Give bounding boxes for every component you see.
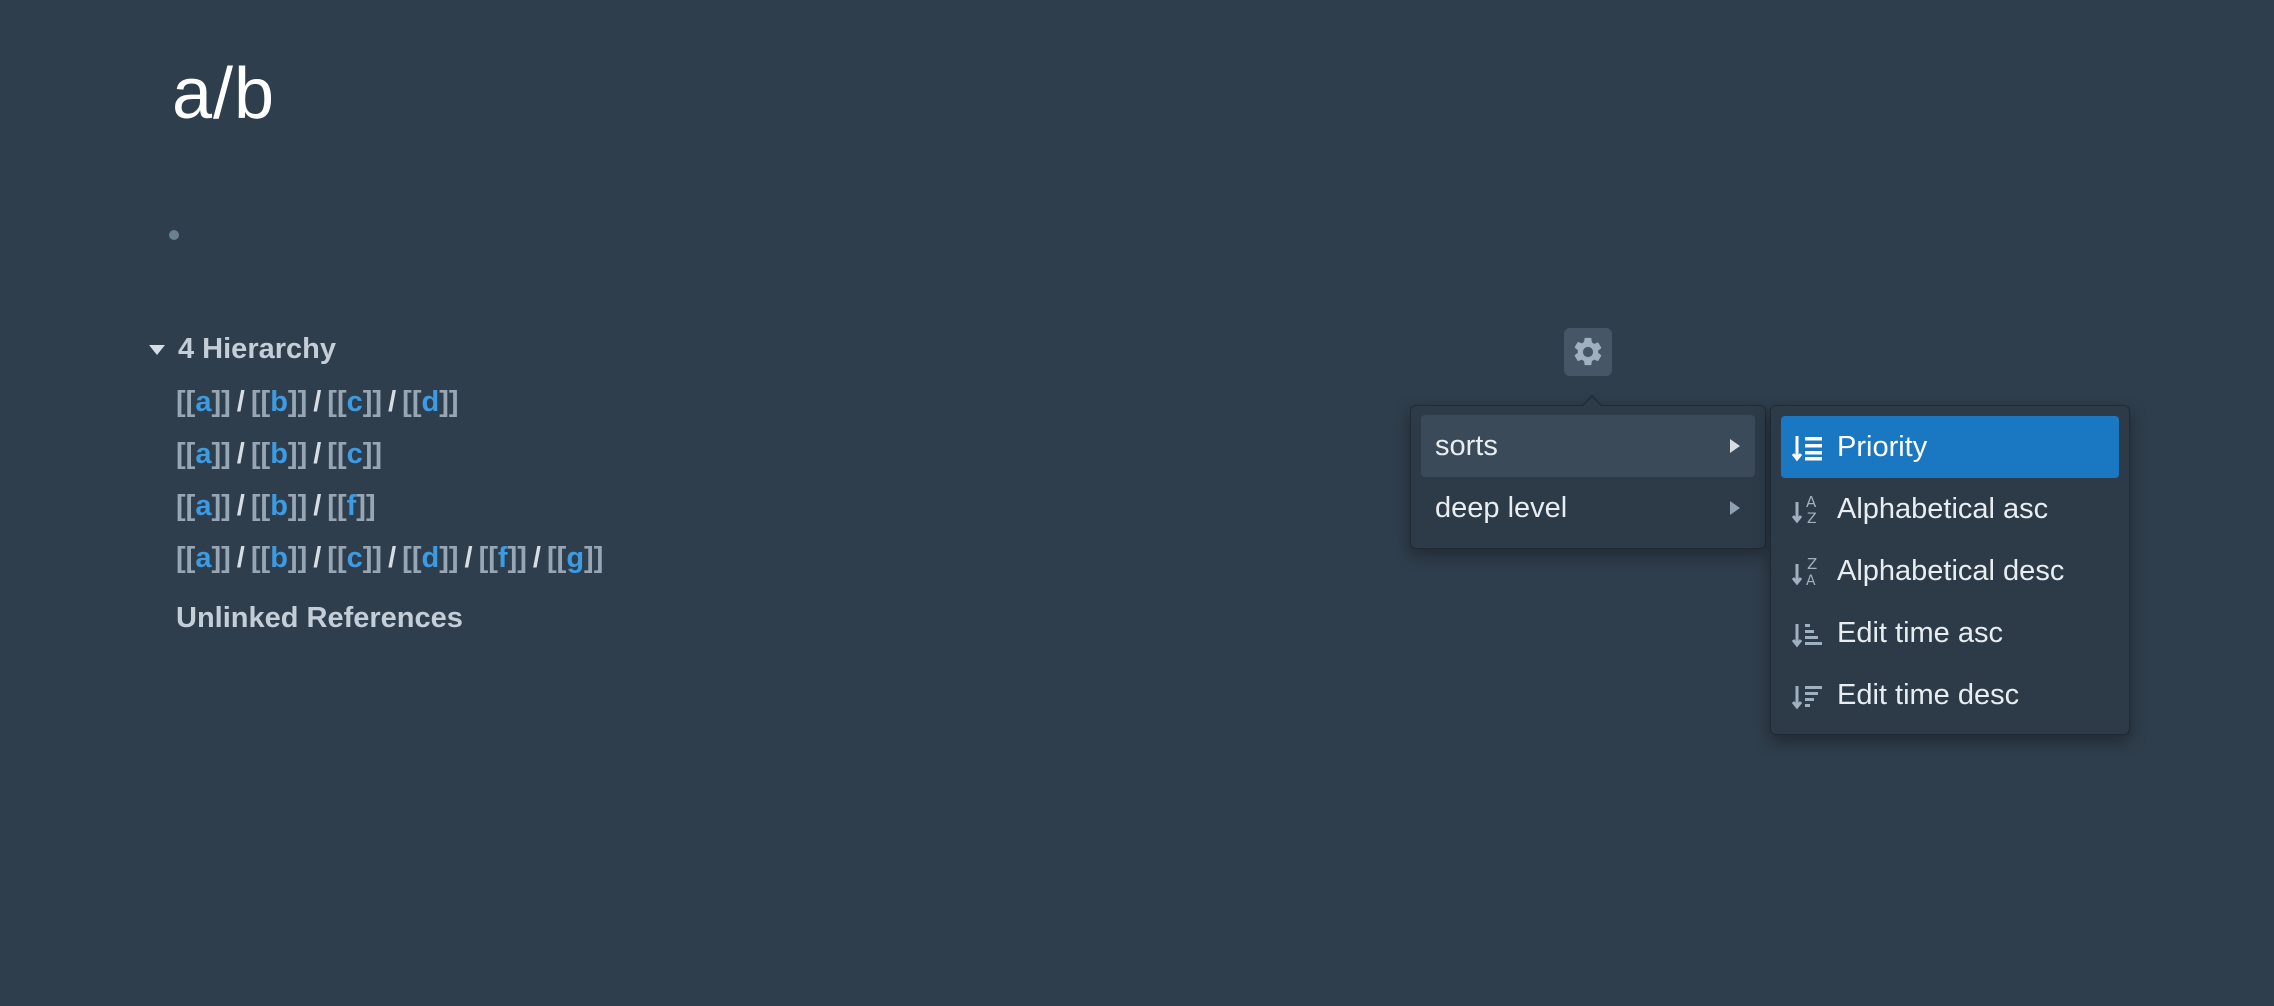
bracket-close: ]] <box>211 490 231 522</box>
page-link[interactable]: a <box>195 438 211 470</box>
bracket-open: [[ <box>327 490 347 522</box>
sort-option-label: Alphabetical asc <box>1837 492 2049 525</box>
bracket-open: [[ <box>327 386 347 418</box>
page-link[interactable]: c <box>347 438 363 470</box>
path-separator: / <box>236 542 245 574</box>
bracket-open: [[ <box>250 386 271 418</box>
bracket-close: ]] <box>211 438 231 470</box>
sort-time-desc-icon <box>1791 678 1825 712</box>
bracket-open: [[ <box>546 542 567 574</box>
page-link[interactable]: a <box>195 386 211 418</box>
hierarchy-row: [[a]] / [[b]] / [[c]] / [[d]] <box>176 382 603 434</box>
bracket-close: ]] <box>362 386 383 418</box>
menu-item-deep-level[interactable]: deep level <box>1421 477 1755 539</box>
svg-text:A: A <box>1806 493 1817 511</box>
path-separator: / <box>388 386 397 418</box>
sort-option-edit-time-asc[interactable]: Edit time asc <box>1781 602 2119 664</box>
bracket-open: [[ <box>327 542 347 574</box>
hierarchy-row: [[a]] / [[b]] / [[f]] <box>176 486 603 538</box>
bracket-close: ]] <box>584 542 604 574</box>
svg-text:Z: Z <box>1807 555 1817 573</box>
svg-text:A: A <box>1806 573 1816 588</box>
caret-down-icon[interactable] <box>148 343 166 357</box>
sort-time-asc-icon <box>1791 616 1825 650</box>
sort-option-label: Edit time desc <box>1837 678 2020 711</box>
bracket-open: [[ <box>250 542 271 574</box>
hierarchy-row: [[a]] / [[b]] / [[c]] / [[d]] / [[f]] / [[g]] <box>176 538 603 590</box>
bracket-open: [[ <box>327 438 347 470</box>
page-link[interactable]: b <box>270 438 288 470</box>
path-separator: / <box>236 438 245 470</box>
bracket-close: ]] <box>211 386 231 418</box>
bracket-close: ]] <box>439 542 459 574</box>
path-separator: / <box>313 490 322 522</box>
bracket-open: [[ <box>402 542 422 574</box>
bracket-close: ]] <box>362 438 383 470</box>
bracket-open: [[ <box>402 386 422 418</box>
hierarchy-header[interactable]: 4 Hierarchy <box>148 333 336 366</box>
page-link[interactable]: d <box>421 542 439 574</box>
bracket-open: [[ <box>176 542 196 574</box>
sort-option-alphabetical-asc[interactable]: A Z Alphabetical asc <box>1781 478 2119 540</box>
hierarchy-title: 4 Hierarchy <box>178 333 336 365</box>
settings-menu: sorts deep level <box>1410 395 1766 549</box>
page-link[interactable]: a <box>195 542 211 574</box>
bracket-open: [[ <box>250 490 271 522</box>
page-link[interactable]: c <box>347 386 363 418</box>
empty-block-bullet[interactable] <box>169 230 179 240</box>
sort-option-label: Alphabetical desc <box>1837 554 2065 587</box>
path-separator: / <box>388 542 397 574</box>
page-link[interactable]: b <box>270 386 288 418</box>
chevron-right-icon <box>1729 500 1741 516</box>
bracket-close: ]] <box>362 542 383 574</box>
bracket-close: ]] <box>287 386 308 418</box>
page-link[interactable]: b <box>270 542 288 574</box>
bracket-open: [[ <box>176 386 196 418</box>
sorts-submenu: Priority A Z Alphabetical asc Z A Alphab… <box>1770 405 2130 735</box>
svg-text:Z: Z <box>1807 511 1817 526</box>
page-link[interactable]: f <box>347 490 357 522</box>
sort-option-edit-time-desc[interactable]: Edit time desc <box>1781 664 2119 726</box>
unlinked-references-header[interactable]: Unlinked References <box>176 602 463 635</box>
page-title: a/b <box>172 54 276 134</box>
path-separator: / <box>464 542 473 574</box>
hierarchy-row: [[a]] / [[b]] / [[c]] <box>176 434 603 486</box>
path-separator: / <box>313 386 322 418</box>
menu-item-sorts[interactable]: sorts <box>1421 415 1755 477</box>
path-separator: / <box>236 386 245 418</box>
bracket-close: ]] <box>211 542 231 574</box>
bracket-close: ]] <box>287 490 308 522</box>
chevron-right-icon <box>1729 438 1741 454</box>
path-separator: / <box>236 490 245 522</box>
bracket-close: ]] <box>356 490 376 522</box>
bracket-close: ]] <box>287 542 308 574</box>
bracket-close: ]] <box>507 542 527 574</box>
sort-alpha-asc-icon: A Z <box>1791 492 1825 526</box>
page-link[interactable]: d <box>421 386 439 418</box>
page-link[interactable]: g <box>566 542 584 574</box>
bracket-open: [[ <box>478 542 498 574</box>
path-separator: / <box>313 542 322 574</box>
menu-item-label: sorts <box>1435 429 1498 462</box>
hierarchy-list: [[a]] / [[b]] / [[c]] / [[d]] [[a]] / [[b]] / [[c]]… <box>176 382 603 590</box>
page-link[interactable]: a <box>195 490 211 522</box>
bracket-close: ]] <box>439 386 459 418</box>
path-separator: / <box>313 438 322 470</box>
path-separator: / <box>532 542 541 574</box>
sort-option-priority[interactable]: Priority <box>1781 416 2119 478</box>
bracket-open: [[ <box>250 438 271 470</box>
bracket-open: [[ <box>176 490 196 522</box>
sort-option-label: Priority <box>1837 430 1928 463</box>
bracket-open: [[ <box>176 438 196 470</box>
sort-option-label: Edit time asc <box>1837 616 2003 649</box>
sort-option-alphabetical-desc[interactable]: Z A Alphabetical desc <box>1781 540 2119 602</box>
menu-item-label: deep level <box>1435 491 1568 524</box>
bracket-close: ]] <box>287 438 308 470</box>
page-link[interactable]: f <box>498 542 508 574</box>
gear-icon[interactable] <box>1564 328 1612 376</box>
page-link[interactable]: c <box>347 542 363 574</box>
sort-alpha-desc-icon: Z A <box>1791 554 1825 588</box>
page-link[interactable]: b <box>270 490 288 522</box>
sort-priority-icon <box>1791 430 1825 464</box>
